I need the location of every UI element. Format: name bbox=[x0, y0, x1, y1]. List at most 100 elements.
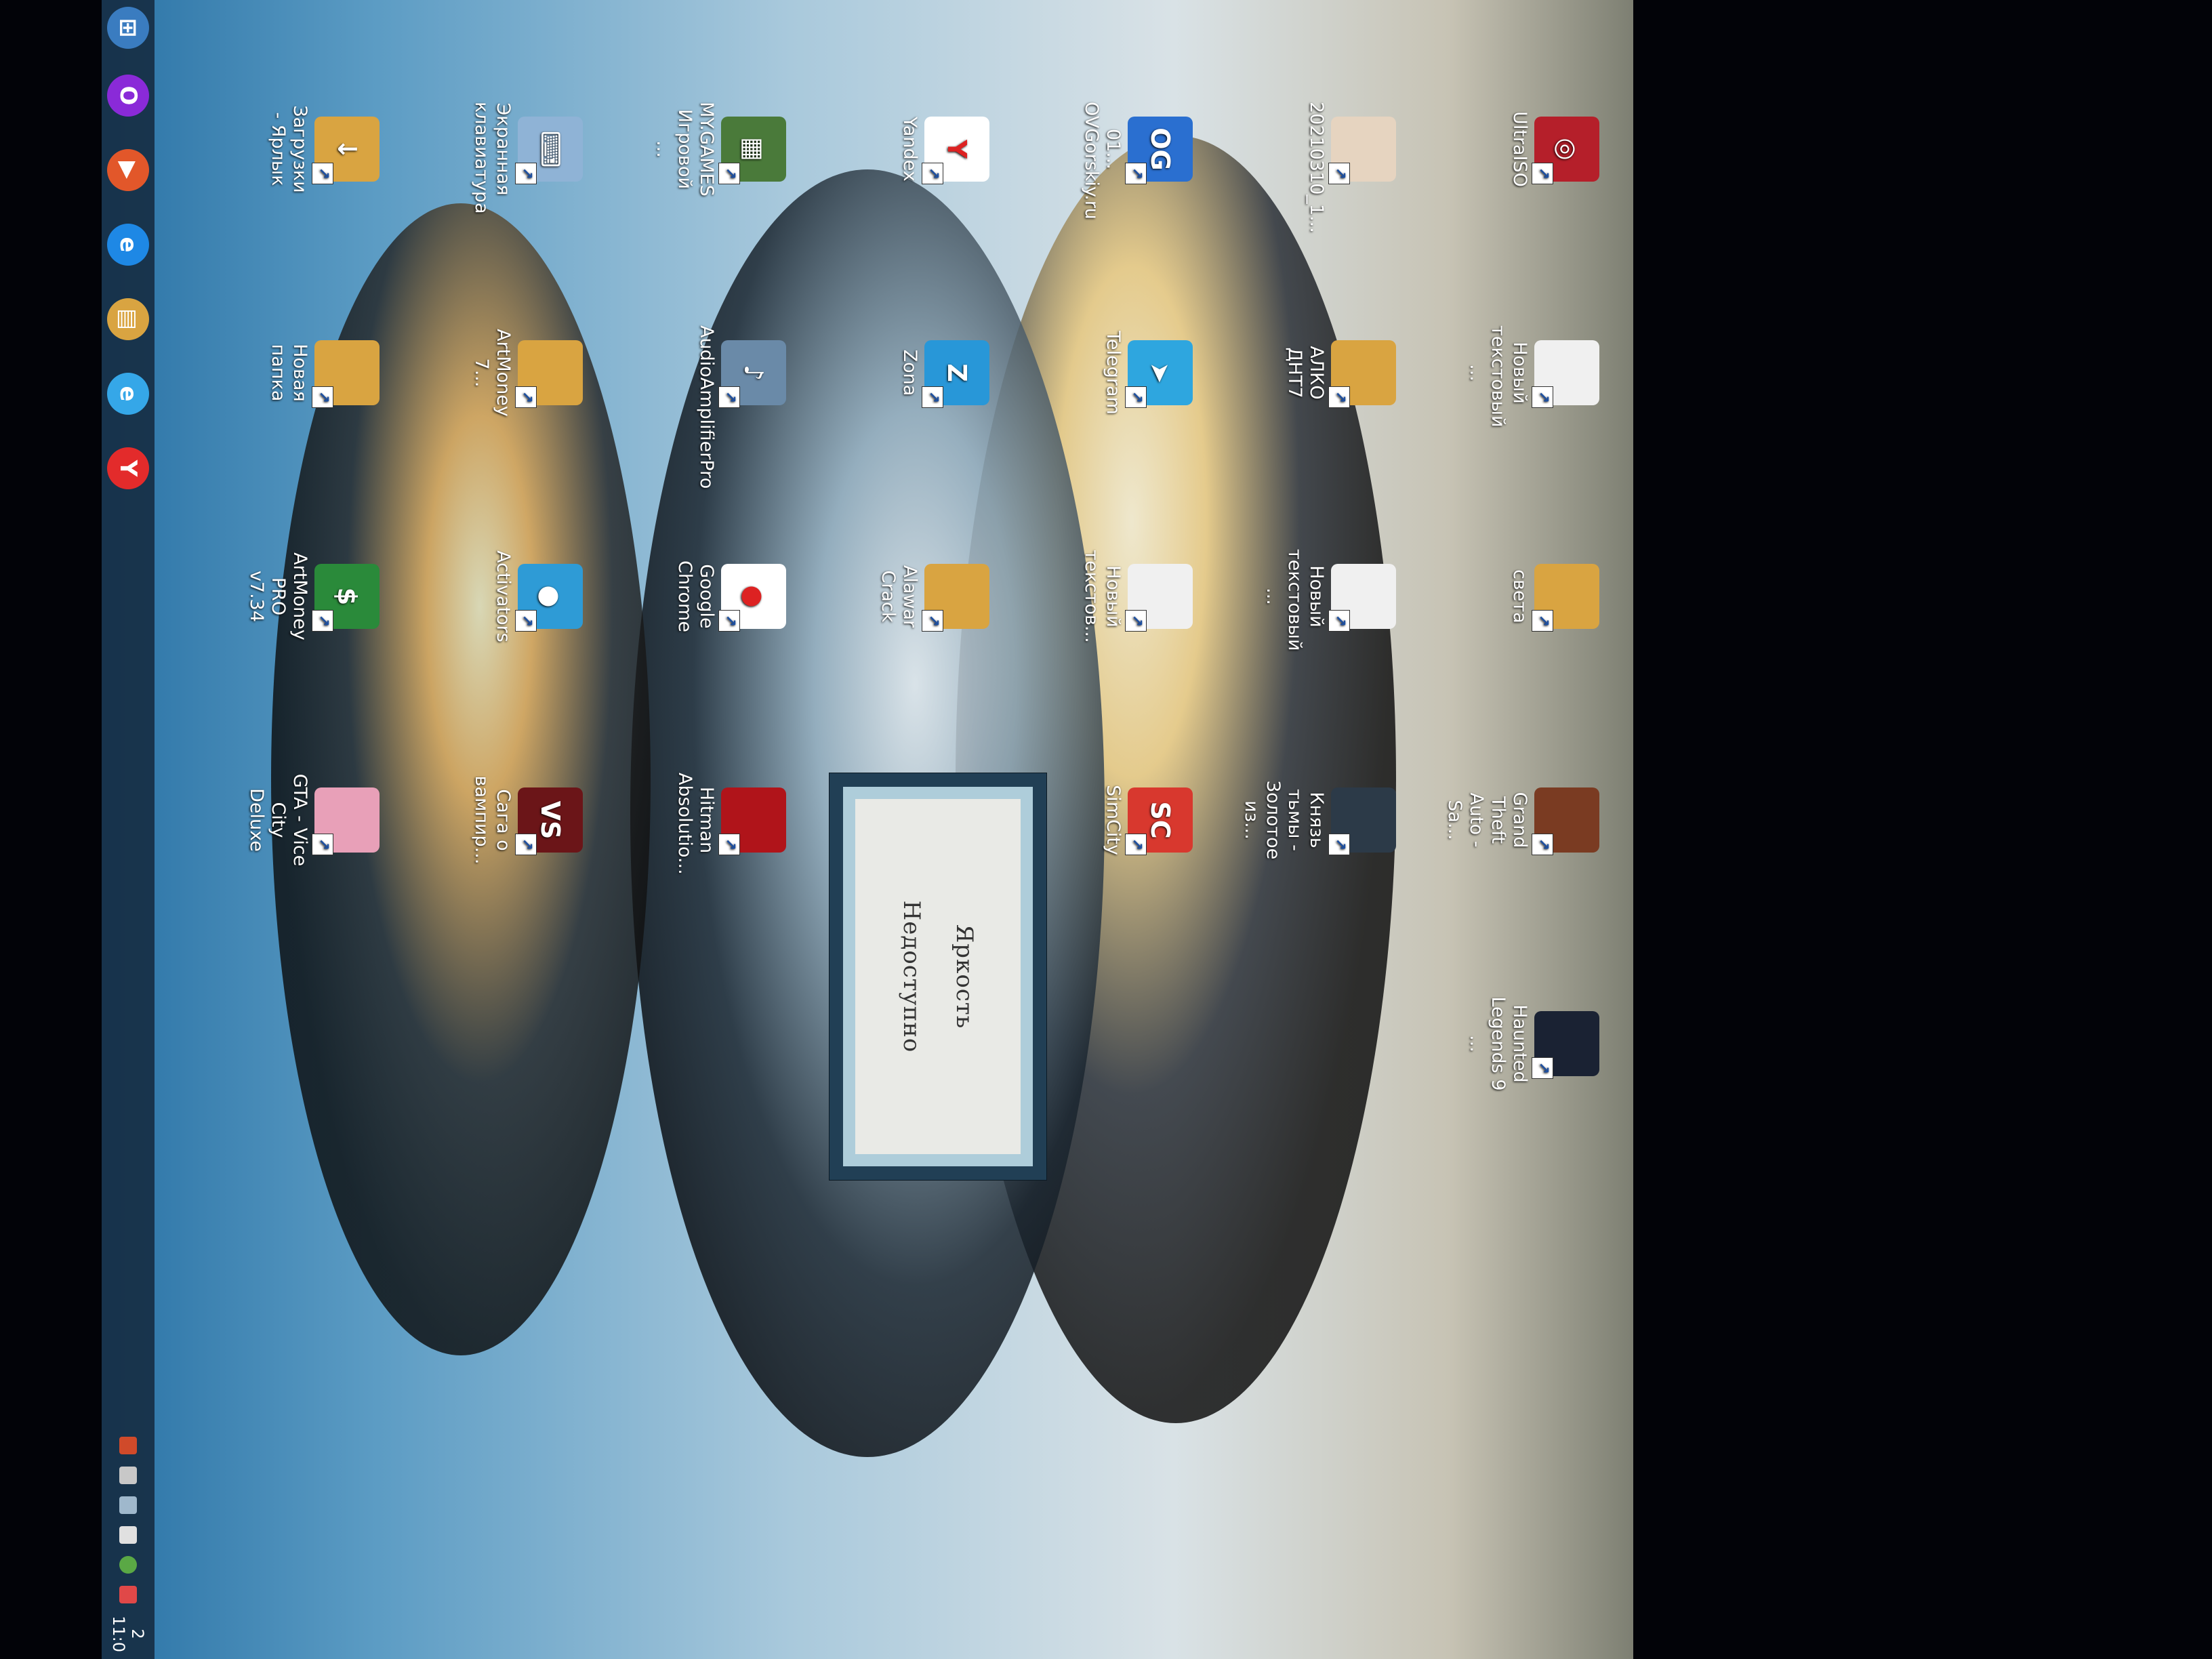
shortcut-arrow-icon: ↗ bbox=[922, 610, 943, 632]
flag-icon[interactable] bbox=[119, 1586, 137, 1604]
image-file-icon: ↗ bbox=[1328, 117, 1396, 184]
folder-icon: ↓ ↗ bbox=[312, 117, 380, 184]
shortcut-arrow-icon: ↗ bbox=[312, 610, 333, 632]
signal-icon[interactable] bbox=[119, 1526, 137, 1544]
desktop-shortcut-chrome[interactable]: ● ↗ Google Chrome bbox=[674, 549, 786, 644]
shortcut-label: ArtMoney PRO v7.34 bbox=[246, 552, 310, 640]
shortcut-label: Hitman Absolutio... bbox=[674, 773, 717, 875]
battery-icon[interactable] bbox=[119, 1467, 137, 1485]
shortcut-label: Telegram bbox=[1103, 331, 1124, 415]
shortcut-arrow-icon: ↗ bbox=[515, 834, 537, 855]
shortcut-arrow-icon: ↗ bbox=[312, 834, 333, 855]
desktop-shortcut-activators[interactable]: ● ↗ Activators bbox=[492, 549, 583, 644]
desktop-shortcut-sveta[interactable]: ↗ света bbox=[1509, 549, 1599, 644]
shortcut-arrow-icon: ↗ bbox=[515, 610, 537, 632]
desktop-shortcut-vampire[interactable]: VS ↗ Сага о вампир... bbox=[470, 773, 583, 867]
shortcut-arrow-icon: ↗ bbox=[718, 163, 740, 184]
shortcut-arrow-icon: ↗ bbox=[718, 386, 740, 408]
shortcut-label: Yandex bbox=[899, 117, 920, 182]
cube-icon: ▦ ↗ bbox=[718, 117, 786, 184]
desktop-shortcut-mygames[interactable]: ▦ ↗ MY.GAMES Игровой ... bbox=[652, 102, 786, 197]
desktop-shortcut-artmoneypro[interactable]: $ ↗ ArtMoney PRO v7.34 bbox=[245, 549, 380, 644]
yandex-icon: Y ↗ bbox=[922, 117, 989, 184]
desktop-shortcut-artmoney7[interactable]: ↗ ArtMoney 7... bbox=[470, 325, 583, 420]
desktop-shortcut-knyaz[interactable]: ↗ Князь тьмы - Золотое из... bbox=[1240, 773, 1396, 867]
desktop-shortcut-newfolder[interactable]: ↗ Новая папка bbox=[267, 325, 380, 420]
media-player-icon[interactable]: ▶ bbox=[107, 149, 149, 191]
yandex-browser-icon[interactable]: Y bbox=[107, 447, 149, 489]
desktop-shortcut-simcity[interactable]: SC ↗ SimCity bbox=[1102, 773, 1193, 867]
shortcut-label: Grand Theft Auto - Sa... bbox=[1444, 792, 1530, 848]
clock[interactable]: 2 11:0 bbox=[109, 1616, 147, 1652]
shortcut-arrow-icon: ↗ bbox=[1328, 163, 1350, 184]
internet-explorer-icon-2[interactable]: e bbox=[107, 373, 149, 415]
shortcut-label: Google Chrome bbox=[674, 560, 717, 632]
chrome-icon: ● ↗ bbox=[718, 564, 786, 632]
file-explorer-icon[interactable]: ▤ bbox=[107, 298, 149, 340]
brightness-osd: Яркость Недоступно bbox=[829, 773, 1047, 1181]
money-icon: $ ↗ bbox=[312, 564, 380, 632]
osd-status: Недоступно bbox=[898, 900, 925, 1053]
shortcut-arrow-icon: ↗ bbox=[718, 610, 740, 632]
desktop-shortcut-osk[interactable]: ⌨ ↗ Экранная клавиатура bbox=[470, 102, 583, 214]
desktop-shortcut-telegram[interactable]: ➤ ↗ Telegram bbox=[1102, 325, 1193, 420]
pin-icon: ● ↗ bbox=[515, 564, 583, 632]
desktop-shortcut-gtavc[interactable]: ↗ GTA - Vice City Deluxe bbox=[245, 773, 380, 867]
shortcut-arrow-icon: ↗ bbox=[515, 163, 537, 184]
desktop-shortcut-ultraiso[interactable]: ◎ ↗ UltraISO bbox=[1509, 102, 1599, 197]
shortcut-label: Zona bbox=[899, 349, 920, 396]
desktop-shortcut-audioamp[interactable]: ♪ ↗ AudioAmplifierPro bbox=[695, 325, 786, 489]
taskbar: ⊞ O ▶ e ▤ e Y 2 11:0 bbox=[102, 0, 155, 1659]
shortcut-arrow-icon: ↗ bbox=[1532, 834, 1553, 855]
shortcut-label: MY.GAMES Игровой ... bbox=[653, 102, 717, 197]
shortcut-label: GTA - Vice City Deluxe bbox=[246, 773, 310, 867]
desktop-shortcut-alawar[interactable]: ↗ Alawar Crack bbox=[877, 549, 989, 644]
osd-title: Яркость bbox=[951, 924, 978, 1029]
desktop-shortcut-ovgorsky[interactable]: OG ↗ 01... OVGorskiy.ru bbox=[1080, 102, 1193, 220]
folder-icon: ↗ bbox=[312, 340, 380, 408]
game-icon: ↗ bbox=[1532, 1011, 1599, 1079]
shortcut-label: AudioAmplifierPro bbox=[696, 325, 717, 489]
desktop-shortcut-txt1[interactable]: ↗ Новый текстовый ... bbox=[1465, 325, 1599, 428]
cube-tray-icon[interactable] bbox=[119, 1437, 137, 1455]
start-button[interactable]: ⊞ bbox=[107, 7, 149, 49]
opera-icon[interactable]: O bbox=[107, 75, 149, 117]
shortcut-arrow-icon: ↗ bbox=[1125, 163, 1147, 184]
shortcut-arrow-icon: ↗ bbox=[922, 163, 943, 184]
shortcut-arrow-icon: ↗ bbox=[1328, 386, 1350, 408]
desktop-shortcut-txt3[interactable]: ↗ Новый текстов... bbox=[1080, 549, 1193, 644]
text-document-icon: ↗ bbox=[1328, 564, 1396, 632]
shortcut-label: UltraISO bbox=[1509, 111, 1530, 187]
folder-icon: ↗ bbox=[922, 564, 989, 632]
update-icon[interactable] bbox=[119, 1556, 137, 1574]
desktop-shortcut-hitman[interactable]: ↗ Hitman Absolutio... bbox=[674, 773, 786, 875]
desktop-shortcut-alko[interactable]: ↗ АЛКО ДНТ7 bbox=[1284, 325, 1396, 420]
desktop-shortcut-zona[interactable]: Z ↗ Zona bbox=[899, 325, 989, 420]
game-icon: ↗ bbox=[1328, 787, 1396, 855]
shortcut-arrow-icon: ↗ bbox=[312, 163, 333, 184]
shortcut-arrow-icon: ↗ bbox=[1125, 386, 1147, 408]
simcity-icon: SC ↗ bbox=[1125, 787, 1193, 855]
shortcut-label: Сага о вампир... bbox=[471, 775, 514, 865]
site-icon: OG ↗ bbox=[1125, 117, 1193, 184]
shortcut-label: 20210310_1... bbox=[1306, 102, 1327, 233]
shortcut-label: SimCity bbox=[1103, 785, 1124, 855]
desktop-shortcut-photo[interactable]: ↗ 20210310_1... bbox=[1305, 102, 1396, 233]
folder-icon: ↗ bbox=[1532, 564, 1599, 632]
shortcut-label: света bbox=[1509, 569, 1530, 623]
desktop-shortcut-txt2[interactable]: ↗ Новый текстовый ... bbox=[1262, 549, 1396, 651]
volume-icon[interactable] bbox=[119, 1496, 137, 1515]
shortcut-label: Новый текстовый ... bbox=[1466, 325, 1530, 428]
desktop-shortcut-yandex[interactable]: Y ↗ Yandex bbox=[899, 102, 989, 197]
text-document-icon: ↗ bbox=[1532, 340, 1599, 408]
shortcut-arrow-icon: ↗ bbox=[1532, 163, 1553, 184]
shortcut-label: Загрузки - Ярлык bbox=[268, 105, 310, 193]
game-icon: ↗ bbox=[1532, 787, 1599, 855]
desktop-shortcut-downloads[interactable]: ↓ ↗ Загрузки - Ярлык bbox=[267, 102, 380, 197]
desktop-shortcut-haunted[interactable]: ↗ Haunted Legends 9 ... bbox=[1465, 996, 1599, 1091]
clock-date: 2 bbox=[128, 1629, 147, 1639]
shortcut-arrow-icon: ↗ bbox=[1125, 610, 1147, 632]
internet-explorer-icon[interactable]: e bbox=[107, 224, 149, 266]
desktop-shortcut-gta-sa[interactable]: ↗ Grand Theft Auto - Sa... bbox=[1443, 773, 1599, 867]
shortcut-arrow-icon: ↗ bbox=[922, 386, 943, 408]
